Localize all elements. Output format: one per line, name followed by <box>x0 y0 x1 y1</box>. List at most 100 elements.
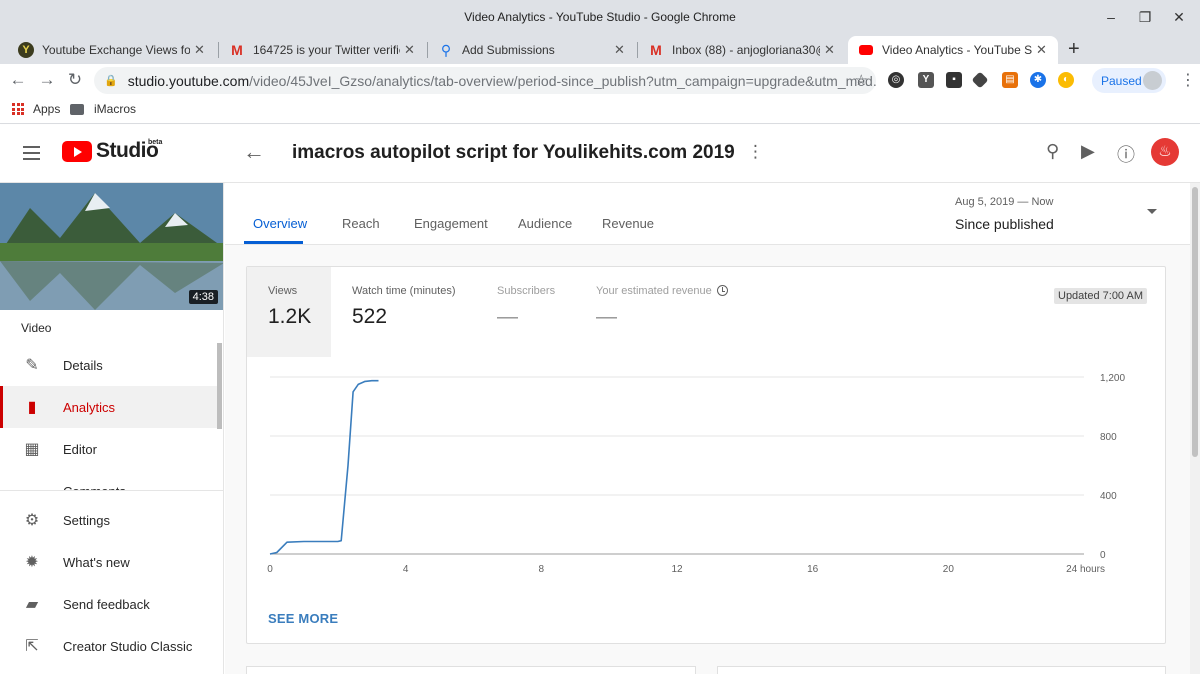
youtube-favicon-icon <box>858 42 874 58</box>
sidebar-item-send-feedback[interactable]: ▰ Send feedback <box>0 583 218 625</box>
metric-label: Watch time (minutes) <box>352 285 456 297</box>
tab-revenue[interactable]: Revenue <box>602 216 654 231</box>
sidebar-item-settings[interactable]: ⚙ Settings <box>0 499 218 541</box>
x-tick-label: 12 <box>671 564 683 575</box>
classic-studio-icon: ⇱ <box>25 638 39 655</box>
forward-icon[interactable]: → <box>37 70 57 90</box>
sidebar-item-whats-new[interactable]: ✹ What's new <box>0 541 218 583</box>
tab-close-icon[interactable]: ✕ <box>614 42 628 58</box>
browser-toolbar: ← → ↻ 🔒 studio.youtube.com/video/45JveI_… <box>0 64 1200 96</box>
extension-icon[interactable]: ▤ <box>1002 72 1018 88</box>
youtube-logo-icon[interactable] <box>62 141 92 162</box>
sidebar-item-creator-studio-classic[interactable]: ⇱ Creator Studio Classic <box>0 625 218 667</box>
bookmark-label: Apps <box>33 102 61 116</box>
bookmark-label: iMacros <box>94 102 137 116</box>
see-more-button[interactable]: SEE MORE <box>268 611 338 626</box>
bookmark-imacros[interactable]: iMacros <box>70 102 136 116</box>
metric-label: Subscribers <box>497 285 556 297</box>
tab-audience[interactable]: Audience <box>518 216 572 231</box>
sidebar-scrollbar[interactable] <box>217 343 222 429</box>
metric-value: 1.2K <box>268 305 312 328</box>
sidebar-section-title: Video <box>21 321 52 335</box>
x-tick-label: 4 <box>403 564 409 575</box>
window-titlebar: Video Analytics - YouTube Studio - Googl… <box>0 0 1200 34</box>
lower-card-left <box>246 666 696 674</box>
updated-badge: Updated 7:00 AM <box>1054 288 1148 304</box>
bookmarks-bar: Apps iMacros <box>0 96 1200 124</box>
url-path: /video/45JveI_Gzso/analytics/tab-overvie… <box>249 72 876 89</box>
browser-tab[interactable]: Y Youtube Exchange Views for inc ✕ <box>8 36 216 64</box>
sidebar-item-details[interactable]: ✎ Details <box>0 344 218 386</box>
metric-value: — <box>497 305 518 328</box>
clock-icon <box>716 285 728 296</box>
tab-close-icon[interactable]: ✕ <box>1036 42 1050 58</box>
alert-badge-icon: ✹ <box>25 554 39 571</box>
search-icon[interactable]: ⚲ <box>1046 141 1059 162</box>
page-scrollbar[interactable] <box>1190 183 1200 674</box>
tab-engagement[interactable]: Engagement <box>414 216 488 231</box>
extension-icon[interactable]: ◐ <box>1058 72 1074 88</box>
analytics-icon: ▮ <box>27 399 37 416</box>
metric-views[interactable]: Views 1.2K <box>247 267 331 357</box>
browser-tab-active[interactable]: Video Analytics - YouTube Studio ✕ <box>848 36 1058 64</box>
tab-close-icon[interactable]: ✕ <box>824 42 838 58</box>
y-tick-label: 1,200 <box>1100 373 1125 384</box>
metric-label: Your estimated revenue <box>596 285 728 297</box>
create-video-icon[interactable]: ▶ <box>1081 141 1095 162</box>
back-icon[interactable]: ← <box>8 70 28 90</box>
sidebar-item-label: Settings <box>63 512 110 528</box>
back-arrow-icon[interactable]: ← <box>243 139 265 165</box>
profile-avatar-icon <box>1143 71 1162 90</box>
extension-icon[interactable]: ◎ <box>888 72 904 88</box>
beta-badge: beta <box>148 139 163 146</box>
metric-watch-time[interactable]: Watch time (minutes) 522 <box>331 267 476 357</box>
x-tick-label: 0 <box>267 564 273 575</box>
address-bar[interactable]: 🔒 studio.youtube.com/video/45JveI_Gzso/a… <box>94 67 876 94</box>
sidebar-item-analytics[interactable]: ▮ Analytics <box>0 386 218 428</box>
studio-header: Studio beta ← imacros autopilot script f… <box>0 125 1200 183</box>
clapperboard-icon: ▦ <box>24 441 40 458</box>
x-tick-label: 16 <box>807 564 819 575</box>
help-icon[interactable]: ⓘ <box>1117 141 1135 167</box>
scrollbar-thumb[interactable] <box>1192 187 1198 457</box>
video-duration: 4:38 <box>188 290 218 304</box>
chevron-down-icon[interactable] <box>1147 209 1157 214</box>
video-thumbnail[interactable]: 4:38 <box>0 183 223 310</box>
date-range-selector[interactable]: Since published <box>955 216 1054 232</box>
metric-value: — <box>596 305 617 328</box>
extension-icon[interactable] <box>971 71 989 89</box>
browser-tab[interactable]: M Inbox (88) - anjogloriana30@gm ✕ <box>638 36 846 64</box>
extension-icon[interactable]: ▪ <box>946 72 962 88</box>
search-favicon-icon: ⚲ <box>440 41 452 58</box>
overview-card: Views 1.2K Watch time (minutes) 522 Subs… <box>246 266 1166 644</box>
browser-tab[interactable]: M 164725 is your Twitter verificat ✕ <box>219 36 426 64</box>
chrome-menu-icon[interactable]: ⋮ <box>1180 70 1196 90</box>
account-avatar[interactable]: ♨ <box>1151 138 1179 166</box>
extension-icon[interactable]: Y <box>918 72 934 88</box>
tab-reach[interactable]: Reach <box>342 216 380 231</box>
close-icon[interactable]: ✕ <box>1166 6 1192 28</box>
bookmark-star-icon[interactable]: ☆ <box>855 71 868 89</box>
reload-icon[interactable]: ↻ <box>65 70 85 90</box>
profile-paused-button[interactable]: Paused <box>1092 68 1166 93</box>
more-options-icon[interactable]: ⋮ <box>747 142 764 162</box>
bookmark-apps[interactable]: Apps <box>12 102 60 116</box>
new-tab-button[interactable]: + <box>1068 38 1080 61</box>
minimize-icon[interactable]: – <box>1098 6 1124 28</box>
tab-close-icon[interactable]: ✕ <box>194 42 208 58</box>
maximize-icon[interactable]: ❐ <box>1132 6 1158 28</box>
gear-icon: ⚙ <box>24 512 40 529</box>
tab-overview[interactable]: Overview <box>253 216 307 231</box>
tab-close-icon[interactable]: ✕ <box>404 42 418 58</box>
apps-grid-icon <box>12 103 24 115</box>
sidebar-item-label: Details <box>63 357 103 373</box>
browser-tab[interactable]: ⚲ Add Submissions ✕ <box>428 36 636 64</box>
gmail-favicon-icon: M <box>231 42 243 58</box>
metric-estimated-revenue[interactable]: Your estimated revenue — <box>575 267 745 357</box>
hamburger-menu-icon[interactable] <box>23 146 40 164</box>
metric-subscribers[interactable]: Subscribers — <box>476 267 575 357</box>
sidebar-item-editor[interactable]: ▦ Editor <box>0 428 218 470</box>
extension-icon[interactable]: ✱ <box>1030 72 1046 88</box>
sidebar-item-label: What's new <box>63 554 130 570</box>
ylh-favicon-icon: Y <box>18 42 34 58</box>
